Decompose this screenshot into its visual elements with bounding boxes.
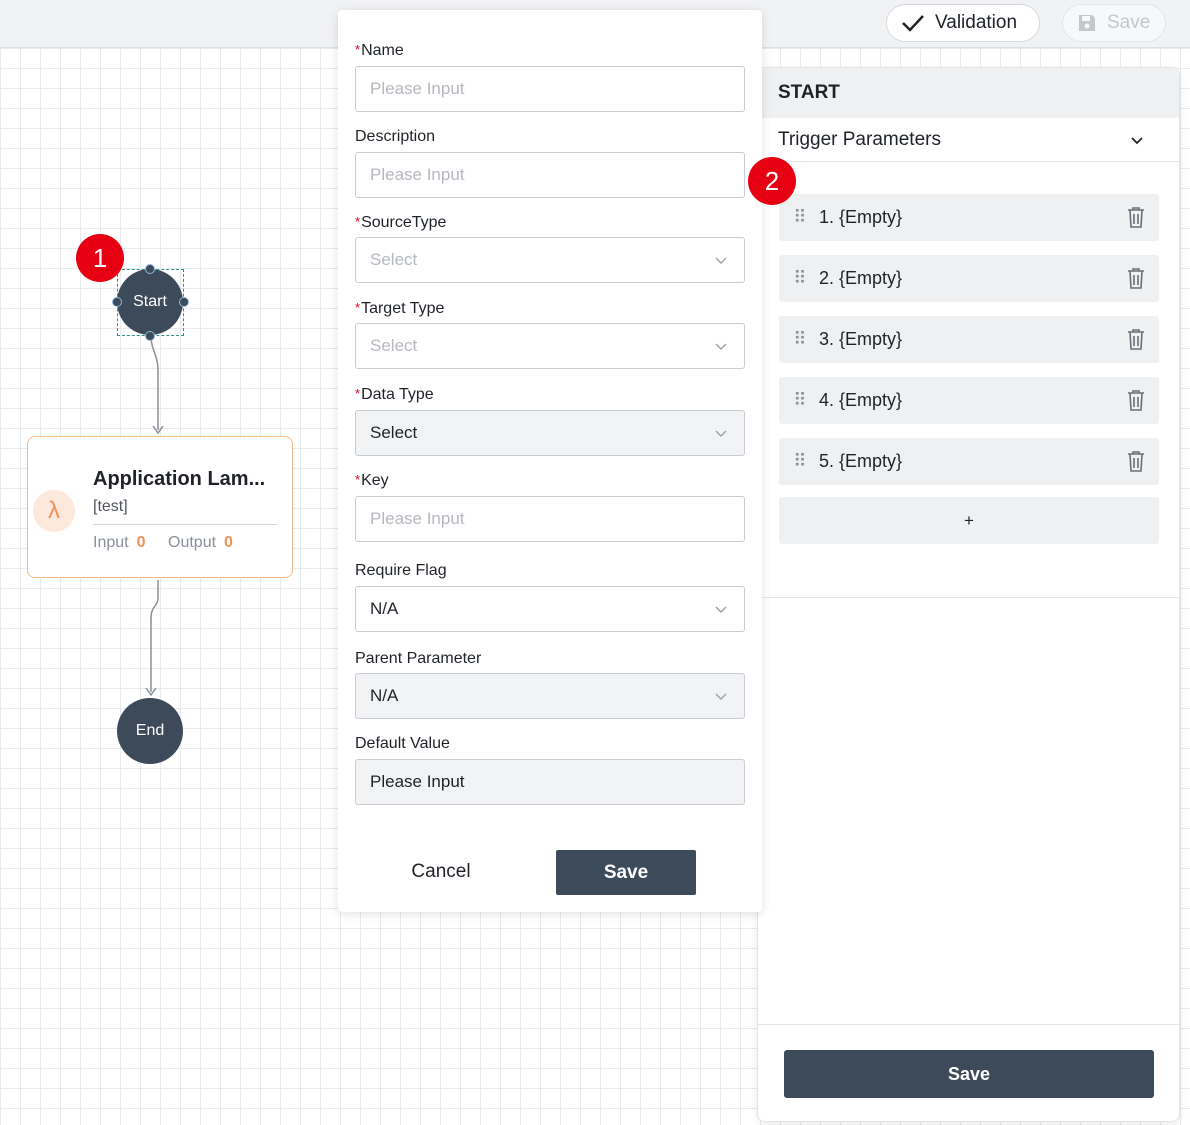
param-item-label: 5. {Empty} bbox=[819, 451, 903, 471]
panel-footer-divider bbox=[758, 1024, 1179, 1025]
lambda-output-stat: Output 0 bbox=[168, 534, 233, 552]
data-type-select[interactable]: Select bbox=[355, 410, 745, 456]
lambda-node-subtitle: [test] bbox=[93, 498, 128, 515]
drag-handle-icon[interactable]: ⠿ bbox=[779, 451, 819, 472]
require-flag-label: Require Flag bbox=[355, 562, 447, 579]
chevron-down-icon bbox=[1131, 137, 1143, 145]
parent-parameter-select[interactable]: N/A bbox=[355, 673, 745, 719]
drag-handle-icon[interactable]: ⠿ bbox=[779, 329, 819, 350]
param-item-label: 1. {Empty} bbox=[819, 207, 903, 227]
lambda-input-stat: Input 0 bbox=[93, 534, 146, 552]
lambda-output-label: Output bbox=[168, 534, 217, 551]
chevron-down-icon bbox=[715, 430, 727, 437]
lambda-output-count: 0 bbox=[224, 534, 233, 551]
source-type-select[interactable]: Select bbox=[355, 237, 745, 283]
cancel-button[interactable]: Cancel bbox=[386, 850, 496, 894]
connect-handle-top[interactable] bbox=[145, 264, 155, 274]
target-type-select[interactable]: Select bbox=[355, 323, 745, 369]
trash-icon[interactable] bbox=[1125, 388, 1147, 412]
default-value-input[interactable]: Please Input bbox=[355, 759, 745, 805]
param-item[interactable]: ⠿ 5. {Empty} bbox=[779, 438, 1159, 485]
param-item[interactable]: ⠿ 3. {Empty} bbox=[779, 316, 1159, 363]
param-item-label: 4. {Empty} bbox=[819, 390, 903, 410]
key-input[interactable]: Please Input bbox=[355, 496, 745, 542]
add-param-button[interactable]: + bbox=[779, 497, 1159, 544]
parent-parameter-label: Parent Parameter bbox=[355, 650, 482, 667]
chevron-down-icon bbox=[715, 343, 727, 350]
connect-handle-left[interactable] bbox=[112, 297, 122, 307]
chevron-down-icon bbox=[715, 257, 727, 264]
drag-handle-icon[interactable]: ⠿ bbox=[779, 268, 819, 289]
start-properties-panel: START Trigger Parameters ⠿ 1. {Empty} ⠿ … bbox=[757, 67, 1180, 1122]
end-node[interactable]: End bbox=[117, 698, 183, 764]
param-item[interactable]: ⠿ 4. {Empty} bbox=[779, 377, 1159, 424]
name-input[interactable]: Please Input bbox=[355, 66, 745, 112]
connect-handle-bottom[interactable] bbox=[145, 331, 155, 341]
trash-icon[interactable] bbox=[1125, 449, 1147, 473]
description-input[interactable]: Please Input bbox=[355, 152, 745, 198]
require-flag-select[interactable]: N/A bbox=[355, 586, 745, 632]
description-label: Description bbox=[355, 128, 436, 145]
default-value-label: Default Value bbox=[355, 735, 450, 752]
step-badge-1: 1 bbox=[76, 234, 124, 282]
lambda-node-divider bbox=[93, 524, 278, 525]
trash-icon[interactable] bbox=[1125, 205, 1147, 229]
trash-icon[interactable] bbox=[1125, 327, 1147, 351]
key-label: *Key bbox=[355, 472, 389, 489]
lambda-input-count: 0 bbox=[136, 534, 146, 551]
target-type-label: *Target Type bbox=[355, 300, 445, 317]
end-node-label: End bbox=[135, 722, 165, 739]
lambda-node-title: Application Lam... bbox=[93, 468, 266, 490]
step-badge-2: 2 bbox=[748, 157, 796, 205]
panel-title: START bbox=[758, 68, 1179, 118]
lambda-input-label: Input bbox=[93, 534, 129, 551]
drag-handle-icon[interactable]: ⠿ bbox=[779, 390, 819, 411]
parameter-form-modal: *Name Please Input Description Please In… bbox=[338, 10, 762, 912]
panel-divider bbox=[758, 597, 1179, 598]
connect-handle-right[interactable] bbox=[179, 297, 189, 307]
source-type-label: *SourceType bbox=[355, 214, 447, 231]
name-label: *Name bbox=[355, 42, 404, 59]
data-type-label: *Data Type bbox=[355, 386, 434, 403]
trigger-parameters-header[interactable]: Trigger Parameters bbox=[758, 118, 1179, 162]
chevron-down-icon bbox=[715, 606, 727, 613]
param-item-label: 2. {Empty} bbox=[819, 268, 903, 288]
param-item[interactable]: ⠿ 2. {Empty} bbox=[779, 255, 1159, 302]
chevron-down-icon bbox=[715, 693, 727, 700]
start-node-selection bbox=[117, 269, 184, 336]
drag-handle-icon[interactable]: ⠿ bbox=[779, 207, 819, 228]
trigger-parameters-label: Trigger Parameters bbox=[778, 128, 941, 150]
param-item[interactable]: ⠿ 1. {Empty} bbox=[779, 194, 1159, 241]
form-save-button[interactable]: Save bbox=[556, 850, 696, 895]
trash-icon[interactable] bbox=[1125, 266, 1147, 290]
panel-save-button[interactable]: Save bbox=[784, 1050, 1154, 1098]
lambda-icon: λ bbox=[33, 490, 75, 532]
param-item-label: 3. {Empty} bbox=[819, 329, 903, 349]
